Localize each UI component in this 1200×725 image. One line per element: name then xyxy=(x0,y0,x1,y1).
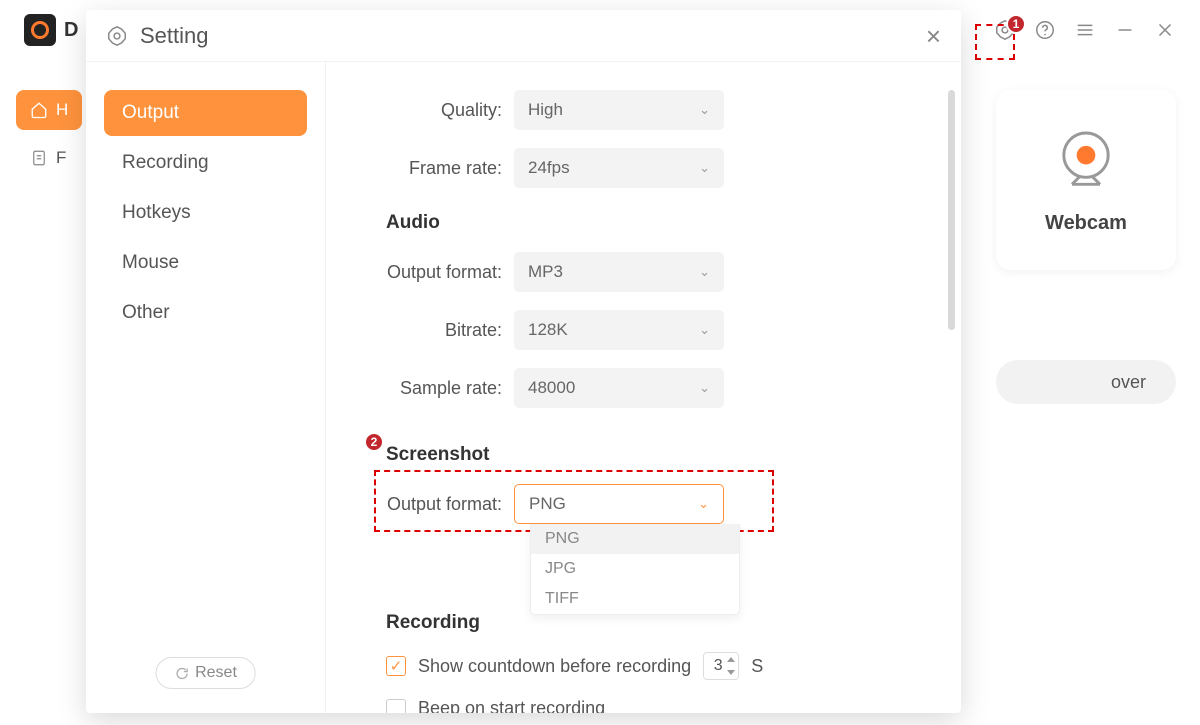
nav-mouse[interactable]: Mouse xyxy=(104,240,307,286)
quality-select[interactable]: High⌄ xyxy=(514,90,724,130)
bitrate-label: Bitrate: xyxy=(334,320,514,341)
logo-icon xyxy=(24,14,56,46)
chevron-down-icon: ⌄ xyxy=(699,102,710,118)
webcam-icon xyxy=(1051,126,1121,196)
reset-button[interactable]: Reset xyxy=(155,657,256,689)
gear-icon xyxy=(106,25,128,47)
webcam-label: Webcam xyxy=(1045,212,1127,235)
settings-nav: Output Recording Hotkeys Mouse Other Res… xyxy=(86,62,326,713)
nav-other[interactable]: Other xyxy=(104,290,307,336)
nav-recording[interactable]: Recording xyxy=(104,140,307,186)
home-icon xyxy=(30,101,48,119)
help-icon[interactable] xyxy=(1034,19,1056,41)
recording-heading: Recording xyxy=(386,612,921,634)
menu-icon[interactable] xyxy=(1074,19,1096,41)
countdown-unit: S xyxy=(751,656,763,677)
nav-hotkeys[interactable]: Hotkeys xyxy=(104,190,307,236)
option-tiff[interactable]: TIFF xyxy=(531,584,739,614)
modal-title-text: Setting xyxy=(140,23,209,49)
modal-close-button[interactable]: × xyxy=(926,23,941,49)
countdown-checkbox[interactable]: ✓ xyxy=(386,656,406,676)
annotation-box-2 xyxy=(374,470,774,532)
framerate-select[interactable]: 24fps⌄ xyxy=(514,148,724,188)
sidenav-files[interactable]: F xyxy=(16,138,82,178)
file-icon xyxy=(30,149,48,167)
audio-format-label: Output format: xyxy=(334,262,514,283)
minimize-icon[interactable] xyxy=(1114,19,1136,41)
beep-label: Beep on start recording xyxy=(418,698,605,713)
settings-content: Quality: High⌄ Frame rate: 24fps⌄ Audio … xyxy=(326,62,961,713)
chevron-down-icon: ⌄ xyxy=(699,160,710,176)
option-png[interactable]: PNG xyxy=(531,524,739,554)
countdown-spinner[interactable]: 3 xyxy=(703,652,739,680)
annotation-badge-2: 2 xyxy=(364,432,384,452)
countdown-label: Show countdown before recording xyxy=(418,656,691,677)
beep-row: ✓ Beep on start recording xyxy=(386,698,921,713)
scrollbar[interactable] xyxy=(948,90,955,330)
settings-modal: Setting × Output Recording Hotkeys Mouse… xyxy=(86,10,961,713)
countdown-row: ✓ Show countdown before recording 3 S xyxy=(386,652,921,680)
beep-checkbox[interactable]: ✓ xyxy=(386,699,406,714)
chevron-down-icon: ⌄ xyxy=(699,380,710,396)
option-jpg[interactable]: JPG xyxy=(531,554,739,584)
chevron-down-icon: ⌄ xyxy=(699,322,710,338)
annotation-badge-1: 1 xyxy=(1006,14,1026,34)
app-logo: D xyxy=(24,14,78,46)
samplerate-label: Sample rate: xyxy=(334,378,514,399)
quality-label: Quality: xyxy=(334,100,514,121)
voiceover-button[interactable]: over xyxy=(996,360,1176,404)
bitrate-select[interactable]: 128K⌄ xyxy=(514,310,724,350)
audio-format-select[interactable]: MP3⌄ xyxy=(514,252,724,292)
logo-text: D xyxy=(64,19,78,42)
framerate-label: Frame rate: xyxy=(334,158,514,179)
close-icon[interactable] xyxy=(1154,19,1176,41)
screenshot-heading: Screenshot xyxy=(386,444,921,466)
modal-header: Setting × xyxy=(86,10,961,62)
webcam-card[interactable]: Webcam xyxy=(996,90,1176,270)
screenshot-format-dropdown: PNG JPG TIFF xyxy=(530,524,740,615)
sidenav-home[interactable]: H xyxy=(16,90,82,130)
app-sidenav: H F xyxy=(16,90,82,178)
audio-heading: Audio xyxy=(386,212,921,234)
reset-icon xyxy=(174,666,189,681)
nav-output[interactable]: Output xyxy=(104,90,307,136)
chevron-down-icon: ⌄ xyxy=(699,264,710,280)
samplerate-select[interactable]: 48000⌄ xyxy=(514,368,724,408)
